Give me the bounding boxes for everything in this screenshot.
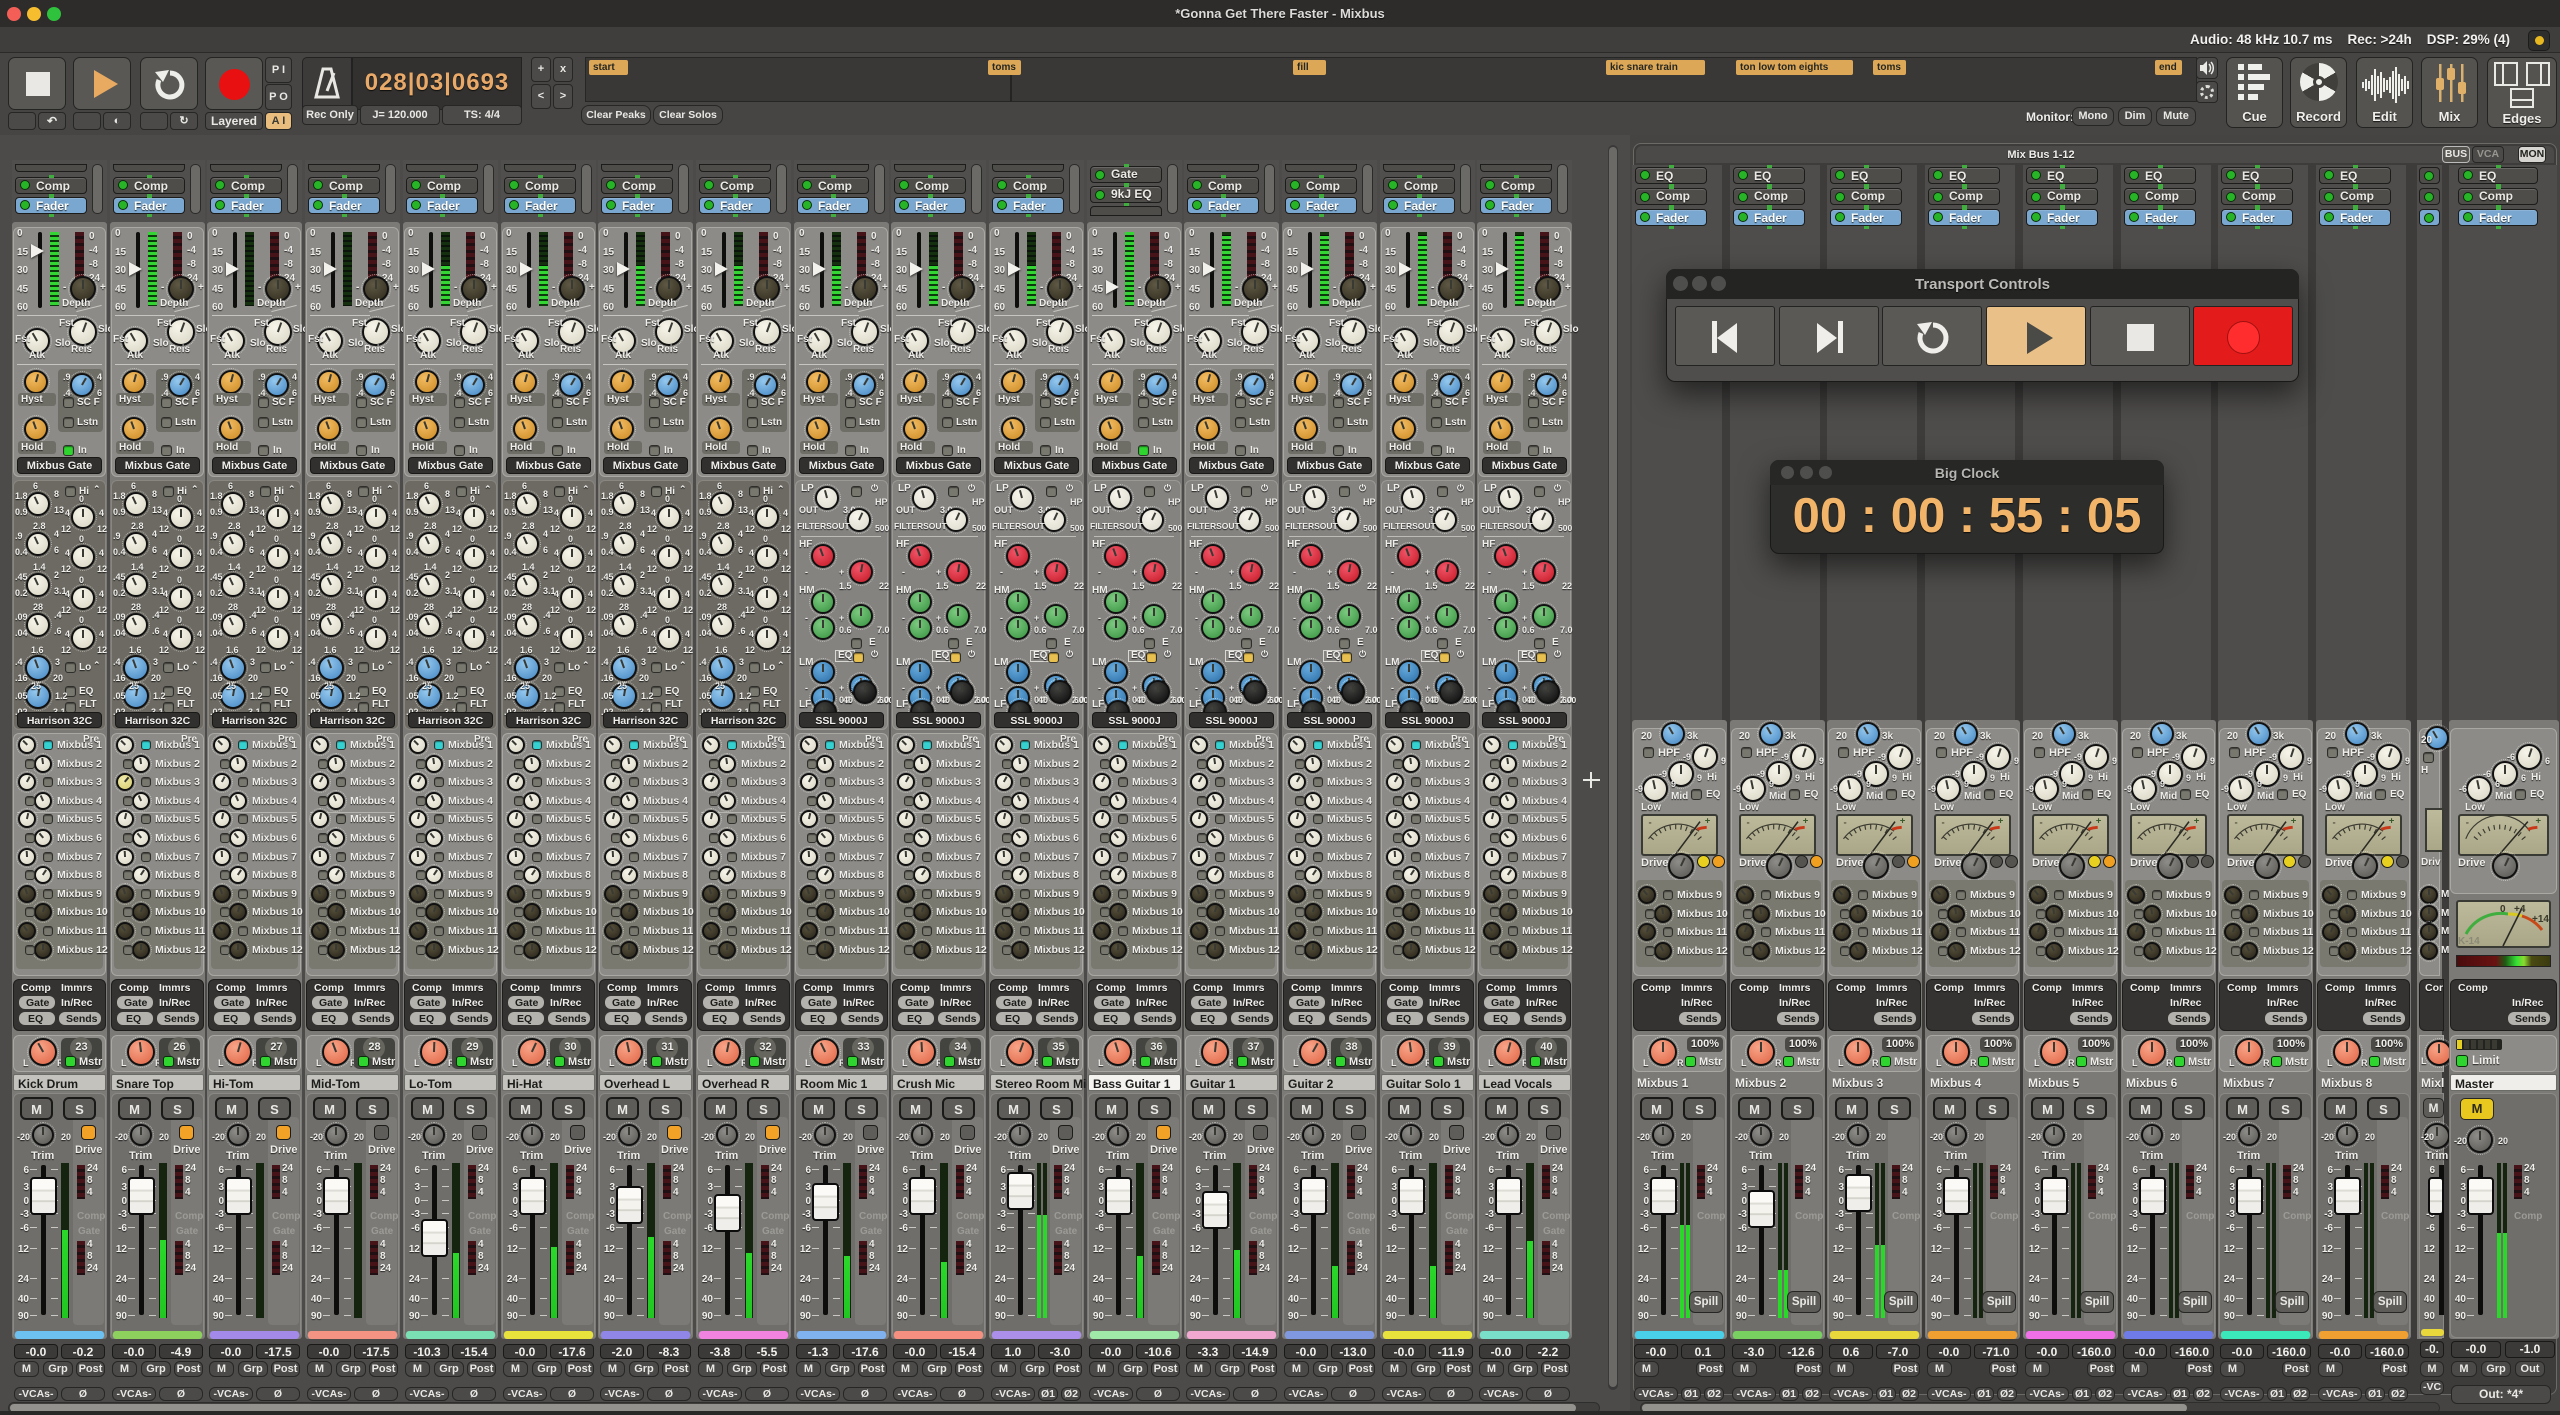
svg-text:+14: +14	[2532, 914, 2549, 925]
svg-text:0: 0	[2500, 904, 2506, 915]
svg-text:-: -	[2466, 817, 2469, 828]
svg-text:-: -	[1648, 817, 1651, 828]
svg-text:-: -	[2137, 817, 2140, 828]
svg-text:+: +	[1900, 816, 1906, 827]
svg-text:+: +	[1705, 816, 1711, 827]
svg-text:-: -	[1746, 817, 1749, 828]
svg-text:+: +	[1803, 816, 1809, 827]
svg-text:K-14: K-14	[2458, 936, 2480, 947]
svg-text:-: -	[2332, 817, 2335, 828]
svg-text:+: +	[2535, 816, 2541, 827]
svg-text:-: -	[1843, 817, 1846, 828]
svg-text:-: -	[1941, 817, 1944, 828]
svg-text:-: -	[2039, 817, 2042, 828]
svg-text:+: +	[2291, 816, 2297, 827]
svg-text:+4: +4	[2514, 904, 2526, 915]
svg-text:-: -	[2234, 817, 2237, 828]
svg-text:+: +	[2194, 816, 2200, 827]
svg-text:+: +	[1998, 816, 2004, 827]
svg-text:+: +	[2096, 816, 2102, 827]
svg-text:+: +	[2389, 816, 2395, 827]
